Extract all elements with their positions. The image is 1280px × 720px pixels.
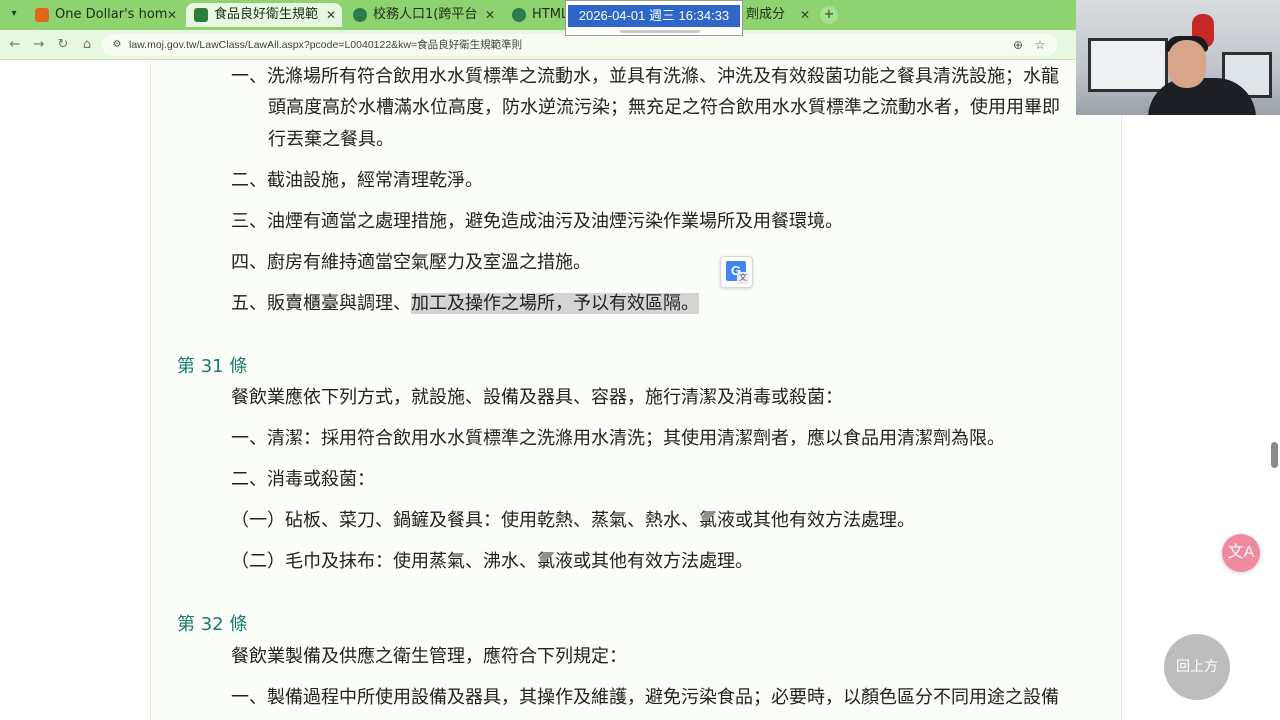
art31-intro: 餐飲業應依下列方式，就設施、設備及器具、容器，施行清潔及消毒或殺菌： bbox=[231, 387, 843, 408]
art31-item2: 二、消毒或殺菌： bbox=[231, 469, 375, 490]
tab-one-dollar[interactable]: One Dollar's hom ✕ bbox=[27, 3, 183, 27]
home-icon[interactable]: ⌂ bbox=[78, 36, 96, 54]
tab-close-icon[interactable]: ✕ bbox=[485, 3, 495, 27]
art30-item3: 三、油煙有適當之處理措施，避免造成油污及油煙污染作業場所及用餐環境。 bbox=[231, 211, 843, 232]
vertical-scrollbar-thumb[interactable] bbox=[1271, 442, 1278, 468]
tab-title: One Dollar's hom bbox=[55, 7, 168, 22]
tab-ingredients[interactable]: 劑成分 ✕ bbox=[738, 3, 816, 27]
art30-item2: 二、截油設施，經常清理乾淨。 bbox=[231, 170, 483, 191]
favicon-icon bbox=[35, 8, 49, 22]
article-31-title[interactable]: 第 31 條 bbox=[177, 353, 247, 381]
tab-html5[interactable]: HTML5 bbox=[504, 3, 574, 27]
art31-item2-sub2: （二）毛巾及抹布：使用蒸氣、沸水、氯液或其他有效方法處理。 bbox=[231, 551, 753, 572]
bookmark-star-icon[interactable]: ☆ bbox=[1032, 37, 1048, 53]
art30-item1-line1: 一、洗滌場所有符合飲用水水質標準之流動水，並具有洗滌、沖洗及有效殺菌功能之餐具清… bbox=[231, 66, 1059, 87]
art32-item1: 一、製備過程中所使用設備及器具，其操作及維護，避免污染食品；必要時，以顏色區分不… bbox=[231, 687, 1059, 708]
tab-close-icon[interactable]: ✕ bbox=[326, 3, 336, 27]
globe-icon bbox=[512, 8, 526, 22]
art31-item1: 一、清潔：採用符合飲用水水質標準之洗滌用水清洗；其使用清潔劑者，應以食品用清潔劑… bbox=[231, 428, 1005, 449]
art30-item4: 四、廚房有維持適當空氣壓力及室溫之措施。 bbox=[231, 252, 591, 273]
globe-icon bbox=[353, 8, 367, 22]
art30-item5-text: 五、販賣櫃臺與調理、 bbox=[231, 293, 411, 314]
clock-datetime: 2026-04-01 週三 16:34:33 bbox=[568, 5, 740, 27]
webcam-overlay bbox=[1076, 0, 1280, 115]
tab-school-affairs[interactable]: 校務人口1(跨平台 ✕ bbox=[345, 3, 501, 27]
art30-item5: 五、販賣櫃臺與調理、加工及操作之場所，予以有效區隔。 bbox=[231, 289, 699, 319]
webcam-monitor bbox=[1088, 38, 1168, 92]
tab-title: 劑成分 bbox=[746, 7, 786, 22]
selected-text-highlight[interactable]: 加工及操作之場所，予以有效區隔。 bbox=[411, 293, 699, 314]
address-bar[interactable]: ⚙ law.moj.gov.tw/LawClass/LawAll.aspx?pc… bbox=[102, 34, 1057, 56]
tab-title: 校務人口1(跨平台 bbox=[373, 7, 478, 22]
art30-item1-line2: 頭高度高於水槽滿水位高度，防水逆流污染；無充足之符合飲用水水質標準之流動水者，使… bbox=[268, 97, 1060, 118]
forward-arrow-icon[interactable]: → bbox=[30, 36, 48, 54]
tab-food-hygiene[interactable]: 食品良好衛生規範 ✕ bbox=[186, 3, 342, 27]
tab-title: 食品良好衛生規範 bbox=[214, 7, 319, 22]
google-translate-popup-button[interactable]: G 文 bbox=[720, 256, 753, 288]
floating-translate-button[interactable]: 文A bbox=[1222, 534, 1260, 572]
new-tab-button[interactable]: + bbox=[820, 6, 838, 24]
site-info-icon[interactable]: ⚙ bbox=[110, 38, 124, 52]
zoom-icon[interactable]: ⊕ bbox=[1010, 37, 1026, 53]
back-to-top-button[interactable]: 回上方 bbox=[1164, 634, 1230, 700]
art32-intro: 餐飲業製備及供應之衛生管理，應符合下列規定： bbox=[231, 646, 627, 667]
art30-item1-line3: 行丟棄之餐具。 bbox=[268, 129, 394, 150]
article-32-title[interactable]: 第 32 條 bbox=[177, 611, 247, 639]
tab-close-icon[interactable]: ✕ bbox=[167, 3, 177, 27]
clock-popup: 2026-04-01 週三 16:34:33 bbox=[565, 0, 743, 36]
webcam-person-head bbox=[1168, 40, 1206, 88]
url-text[interactable]: law.moj.gov.tw/LawClass/LawAll.aspx?pcod… bbox=[129, 34, 522, 56]
clock-scroll-bar bbox=[620, 30, 700, 33]
translate-language-icon: 文 bbox=[737, 272, 749, 284]
back-arrow-icon[interactable]: ← bbox=[6, 36, 24, 54]
favicon-icon bbox=[194, 8, 208, 22]
tab-close-icon[interactable]: ✕ bbox=[800, 3, 810, 27]
tab-search-icon[interactable]: ▾ bbox=[6, 6, 22, 22]
reload-icon[interactable]: ↻ bbox=[54, 36, 72, 54]
art31-item2-sub1: （一）砧板、菜刀、鍋鏟及餐具：使用乾熱、蒸氣、熱水、氯液或其他有效方法處理。 bbox=[231, 510, 915, 531]
